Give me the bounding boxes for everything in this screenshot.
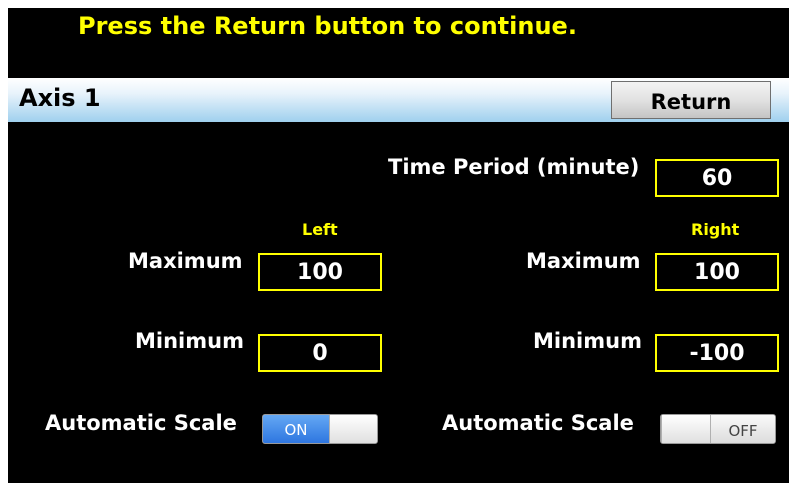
left-minimum-field[interactable]: 0 bbox=[258, 334, 382, 372]
toggle-off-label: OFF bbox=[711, 415, 775, 443]
page-title: Axis 1 bbox=[19, 84, 101, 112]
time-period-label: Time Period (minute) bbox=[388, 155, 640, 179]
time-period-field[interactable]: 60 bbox=[655, 159, 779, 197]
header-bar: Axis 1 Return bbox=[8, 78, 789, 122]
right-auto-scale-toggle[interactable]: OFF bbox=[660, 414, 776, 444]
toggle-on-label: ON bbox=[263, 415, 329, 443]
right-minimum-label: Minimum bbox=[533, 329, 642, 353]
return-button[interactable]: Return bbox=[611, 81, 771, 119]
left-auto-scale-toggle[interactable]: ON bbox=[262, 414, 378, 444]
left-minimum-label: Minimum bbox=[135, 329, 244, 353]
instruction-prompt: Press the Return button to continue. bbox=[78, 12, 577, 40]
right-maximum-field[interactable]: 100 bbox=[655, 253, 779, 291]
hmi-screen: Press the Return button to continue. Axi… bbox=[8, 8, 789, 483]
right-minimum-field[interactable]: -100 bbox=[655, 334, 779, 372]
left-auto-scale-label: Automatic Scale bbox=[45, 411, 237, 435]
right-axis-heading: Right bbox=[691, 220, 740, 239]
right-auto-scale-label: Automatic Scale bbox=[442, 411, 634, 435]
toggle-knob bbox=[329, 415, 377, 443]
toggle-knob bbox=[661, 415, 711, 443]
left-maximum-field[interactable]: 100 bbox=[258, 253, 382, 291]
left-maximum-label: Maximum bbox=[128, 249, 243, 273]
left-axis-heading: Left bbox=[302, 220, 338, 239]
right-maximum-label: Maximum bbox=[526, 249, 641, 273]
